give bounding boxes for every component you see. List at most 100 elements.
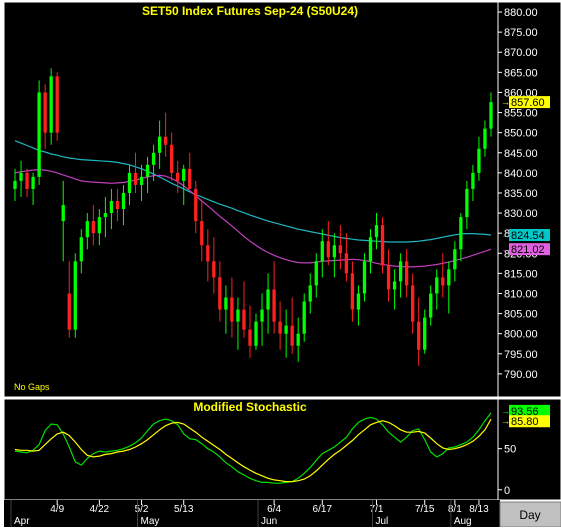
candle-body — [429, 293, 433, 318]
candle-body — [157, 136, 162, 153]
candle-body — [91, 221, 95, 234]
candle-body — [423, 317, 427, 350]
candle-body — [386, 265, 391, 290]
candle-body — [145, 164, 150, 177]
candle-body — [43, 92, 47, 133]
ma-long-badge: 824.54 — [511, 230, 545, 242]
candle-body — [13, 180, 17, 189]
last-price-badge-arrow: → — [501, 97, 510, 107]
candle-body — [465, 188, 469, 218]
last-price-badge: 857.60 — [511, 97, 545, 109]
candle-body — [356, 293, 361, 310]
candle-body — [121, 192, 126, 210]
chart-title: SET50 Index Futures Sep-24 (S50U24) — [142, 4, 358, 18]
price-tick-label: 830.00 — [504, 208, 538, 220]
stochastic-slow-badge-arrow: → — [501, 416, 510, 426]
date-tick-label: 7/15 — [415, 504, 435, 515]
candle-body — [188, 168, 192, 189]
candle-body — [61, 205, 65, 222]
candle-body — [459, 217, 463, 250]
candle-body — [242, 309, 246, 330]
candle-body — [374, 225, 379, 238]
candle — [55, 72, 59, 141]
candle-body — [49, 76, 53, 133]
month-label: Jun — [261, 516, 277, 527]
candle-body — [272, 289, 276, 322]
price-tick-label: 815.00 — [504, 268, 538, 280]
candle-body — [320, 241, 324, 262]
candle-body — [411, 285, 415, 322]
candle-body — [392, 281, 397, 290]
ma-short-badge-arrow: → — [501, 244, 510, 254]
candle — [380, 217, 385, 274]
ma-short-badge: 821.02 — [511, 244, 545, 256]
day-button-label[interactable]: Day — [519, 508, 540, 522]
month-label: Apr — [14, 516, 30, 527]
candle-body — [380, 225, 385, 266]
candle-body — [344, 253, 349, 274]
price-tick-label: 875.00 — [504, 27, 538, 39]
candle-body — [127, 172, 132, 193]
candle-body — [338, 245, 343, 254]
candle-body — [284, 325, 288, 334]
candle-body — [170, 144, 174, 173]
candle-body — [326, 241, 330, 258]
candle-body — [260, 309, 264, 322]
stochastic-tick-label: 50 — [504, 444, 516, 456]
candle-body — [398, 261, 403, 282]
stochastic-title: Modified Stochastic — [193, 400, 307, 414]
candle-body — [248, 329, 252, 346]
candle-body — [31, 176, 35, 189]
candle-body — [194, 188, 198, 222]
day-button[interactable]: Day — [499, 501, 561, 528]
chart-window: 790.00795.00800.00805.00810.00815.00820.… — [0, 0, 561, 528]
price-tick-label: 800.00 — [504, 329, 538, 341]
stochastic-tick-label: 0 — [504, 485, 510, 497]
candle-body — [182, 168, 186, 181]
candle-body — [471, 172, 475, 189]
month-label: May — [141, 516, 160, 527]
chart-canvas: 790.00795.00800.00805.00810.00815.00820.… — [0, 0, 561, 528]
candle — [73, 253, 77, 338]
candle-body — [435, 277, 439, 294]
candle-body — [55, 76, 59, 133]
stochastic-fast-badge-arrow: → — [501, 406, 510, 416]
candle-body — [290, 325, 294, 346]
candle-body — [308, 285, 312, 302]
price-tick-label: 855.00 — [504, 108, 538, 120]
ma-long-badge-arrow: → — [501, 230, 510, 240]
date-tick-label: 8/1 — [448, 504, 462, 515]
candle-body — [278, 321, 282, 334]
price-tick-label: 880.00 — [504, 7, 538, 19]
price-tick-label: 805.00 — [504, 309, 538, 321]
date-tick-label: 7/1 — [370, 504, 384, 515]
candle-body — [79, 237, 83, 262]
candle-body — [296, 333, 300, 346]
candle-body — [447, 269, 451, 286]
candle-body — [151, 152, 156, 165]
candle-body — [19, 172, 23, 181]
date-tick-label: 6/4 — [267, 504, 281, 515]
candle-body — [133, 172, 138, 185]
candle-body — [254, 321, 258, 346]
candle-body — [25, 172, 29, 189]
candle-body — [200, 221, 204, 246]
candle-body — [224, 297, 228, 310]
candle-body — [206, 245, 210, 262]
candle-body — [97, 217, 102, 234]
candle-body — [417, 321, 421, 350]
candle-body — [350, 273, 355, 310]
candle-body — [139, 176, 144, 185]
candle-body — [266, 289, 270, 310]
candle-body — [453, 249, 457, 270]
candle-body — [176, 172, 180, 181]
price-tick-label: 835.00 — [504, 188, 538, 200]
candle-body — [37, 92, 41, 177]
date-tick-label: 4/9 — [50, 504, 64, 515]
price-tick-label: 840.00 — [504, 168, 538, 180]
candle-body — [103, 213, 108, 218]
stochastic-panel — [3, 398, 561, 501]
price-tick-label: 870.00 — [504, 47, 538, 59]
candle-body — [368, 237, 373, 262]
price-tick-label: 850.00 — [504, 128, 538, 140]
